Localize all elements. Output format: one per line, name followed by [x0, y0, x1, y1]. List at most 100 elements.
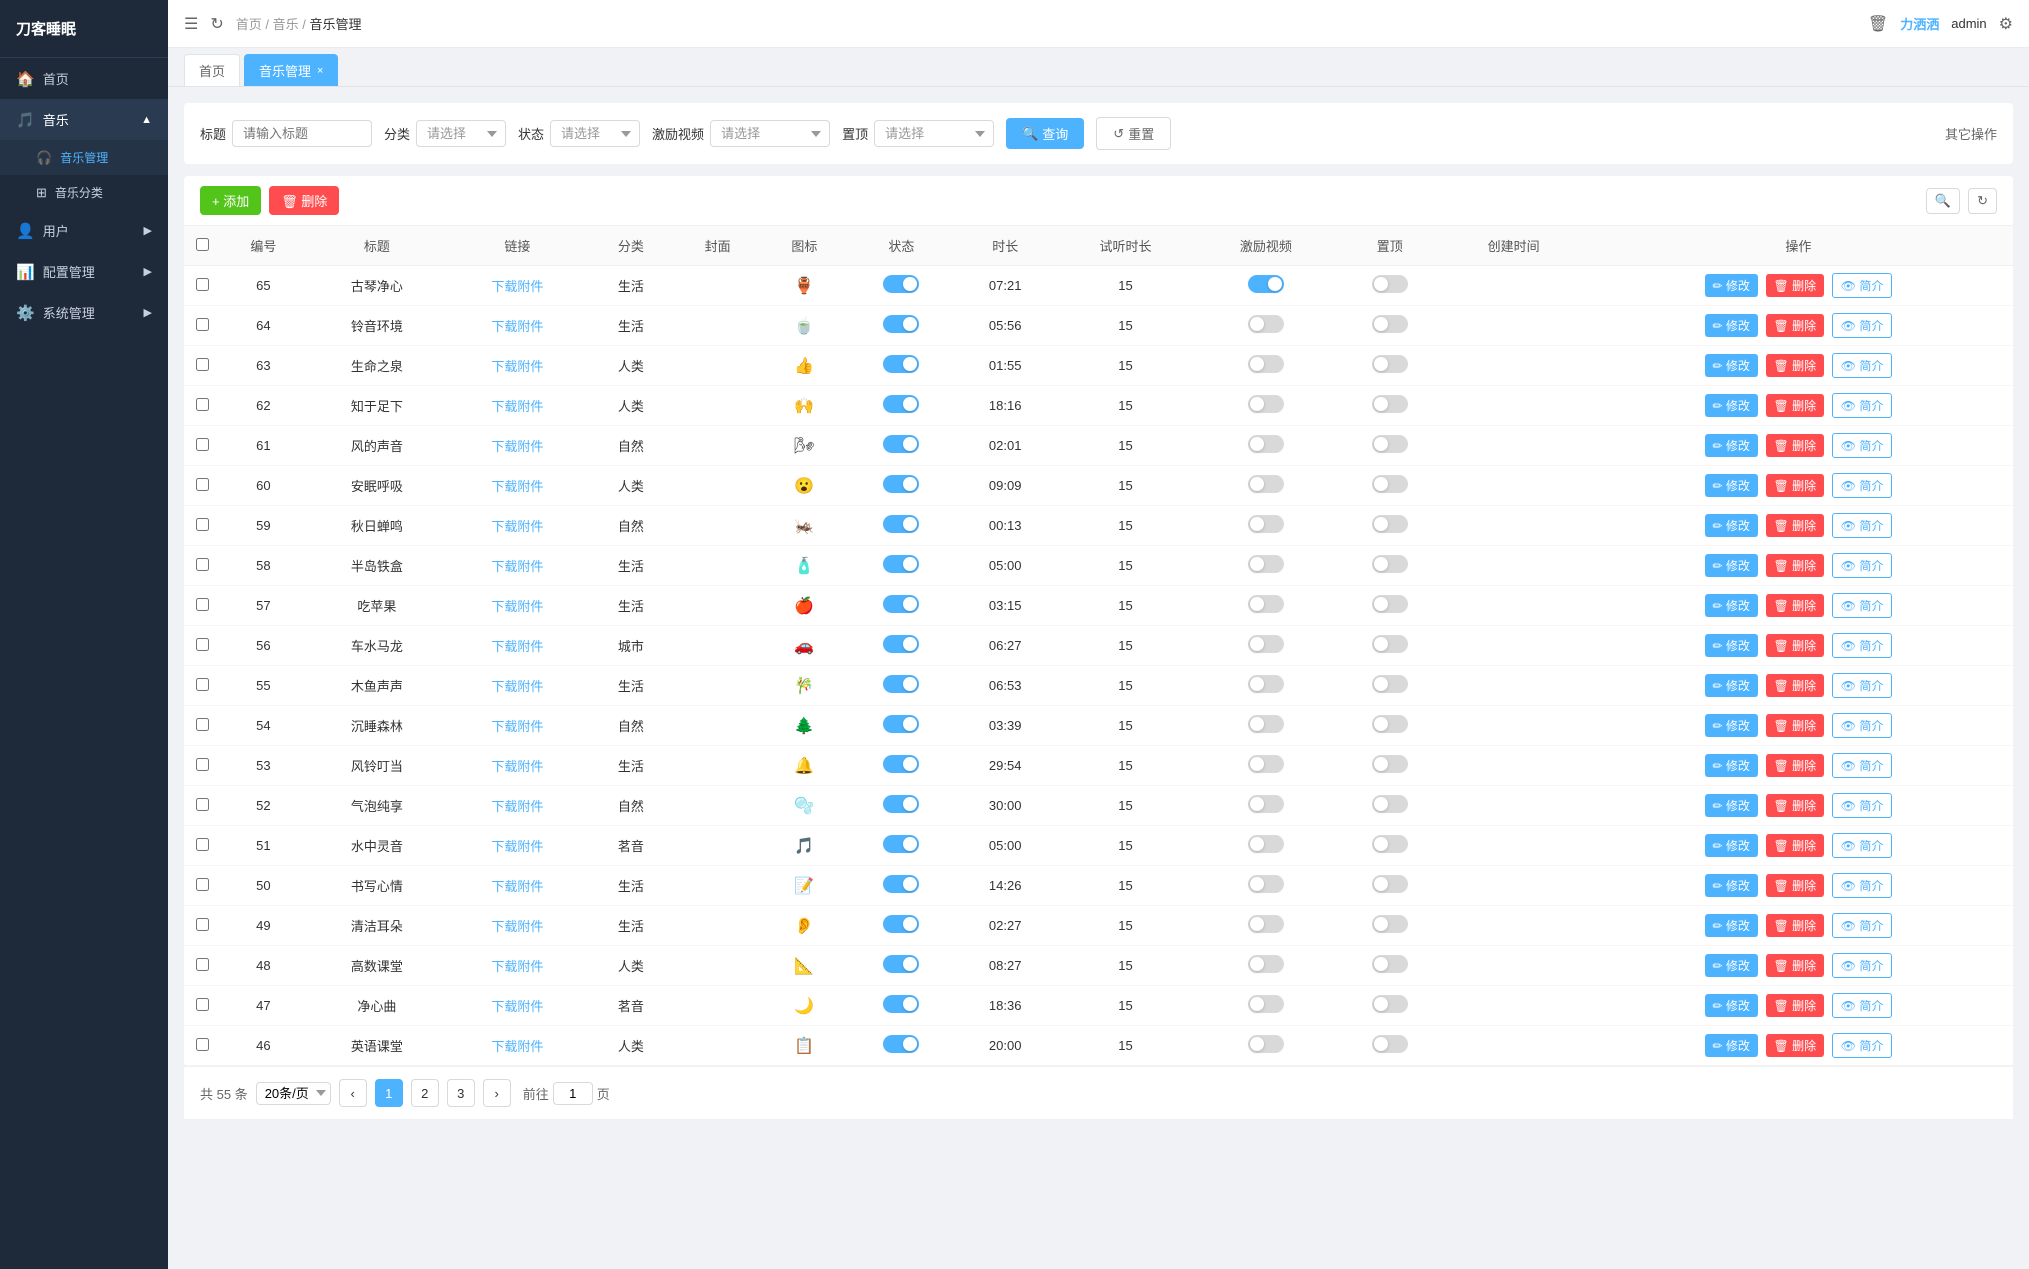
admin-label[interactable]: admin [1951, 16, 1986, 31]
row-checkbox[interactable] [196, 398, 209, 411]
intro-button[interactable]: 👁 简介 [1832, 633, 1893, 658]
intro-button[interactable]: 👁 简介 [1832, 553, 1893, 578]
menu-icon[interactable]: ☰ [184, 14, 198, 34]
intro-button[interactable]: 👁 简介 [1832, 313, 1893, 338]
row-link-btn[interactable]: 下载附件 [491, 1039, 543, 1054]
row-checkbox[interactable] [196, 798, 209, 811]
top-toggle[interactable] [1372, 995, 1408, 1013]
delete-button[interactable]: 🗑 删除 [1766, 434, 1825, 457]
top-toggle[interactable] [1372, 1035, 1408, 1053]
boost-toggle[interactable] [1248, 915, 1284, 933]
intro-button[interactable]: 👁 简介 [1832, 353, 1893, 378]
sidebar-item-music-category[interactable]: ⊞ 音乐分类 [0, 175, 168, 210]
row-link-btn[interactable]: 下载附件 [491, 999, 543, 1014]
intro-button[interactable]: 👁 简介 [1832, 753, 1893, 778]
intro-button[interactable]: 👁 简介 [1832, 593, 1893, 618]
intro-button[interactable]: 👁 简介 [1832, 993, 1893, 1018]
status-toggle[interactable] [883, 875, 919, 893]
bulk-delete-button[interactable]: 🗑 删除 [269, 186, 339, 215]
row-link-btn[interactable]: 下载附件 [491, 839, 543, 854]
top-toggle[interactable] [1372, 275, 1408, 293]
row-link-btn[interactable]: 下载附件 [491, 399, 543, 414]
status-toggle[interactable] [883, 315, 919, 333]
status-toggle[interactable] [883, 755, 919, 773]
sidebar-item-home[interactable]: 🏠 首页 [0, 58, 168, 99]
boost-toggle[interactable] [1248, 435, 1284, 453]
intro-button[interactable]: 👁 简介 [1832, 833, 1893, 858]
page-3-btn[interactable]: 3 [447, 1079, 475, 1107]
boost-toggle[interactable] [1248, 635, 1284, 653]
boost-toggle[interactable] [1248, 755, 1284, 773]
boost-toggle[interactable] [1248, 595, 1284, 613]
row-link-btn[interactable]: 下载附件 [491, 559, 543, 574]
intro-button[interactable]: 👁 简介 [1832, 513, 1893, 538]
row-checkbox[interactable] [196, 958, 209, 971]
filter-boost-select[interactable]: 请选择 [710, 120, 830, 147]
breadcrumb-music[interactable]: 音乐 [273, 17, 299, 32]
delete-button[interactable]: 🗑 删除 [1766, 394, 1825, 417]
top-toggle[interactable] [1372, 675, 1408, 693]
delete-button[interactable]: 🗑 删除 [1766, 674, 1825, 697]
row-link-btn[interactable]: 下载附件 [491, 279, 543, 294]
delete-button[interactable]: 🗑 删除 [1766, 714, 1825, 737]
row-checkbox[interactable] [196, 598, 209, 611]
status-toggle[interactable] [883, 995, 919, 1013]
edit-button[interactable]: ✏ 修改 [1705, 434, 1758, 457]
delete-button[interactable]: 🗑 删除 [1766, 794, 1825, 817]
intro-button[interactable]: 👁 简介 [1832, 913, 1893, 938]
row-checkbox[interactable] [196, 478, 209, 491]
edit-button[interactable]: ✏ 修改 [1705, 474, 1758, 497]
top-toggle[interactable] [1372, 835, 1408, 853]
row-link-btn[interactable]: 下载附件 [491, 359, 543, 374]
edit-button[interactable]: ✏ 修改 [1705, 754, 1758, 777]
sidebar-item-config[interactable]: 📊 配置管理 ▶ [0, 251, 168, 292]
edit-button[interactable]: ✏ 修改 [1705, 314, 1758, 337]
add-button[interactable]: + 添加 [200, 186, 261, 215]
delete-button[interactable]: 🗑 删除 [1766, 754, 1825, 777]
row-checkbox[interactable] [196, 358, 209, 371]
boost-toggle[interactable] [1248, 835, 1284, 853]
row-checkbox[interactable] [196, 918, 209, 931]
boost-toggle[interactable] [1248, 795, 1284, 813]
row-checkbox[interactable] [196, 878, 209, 891]
delete-button[interactable]: 🗑 删除 [1766, 354, 1825, 377]
page-2-btn[interactable]: 2 [411, 1079, 439, 1107]
top-toggle[interactable] [1372, 595, 1408, 613]
edit-button[interactable]: ✏ 修改 [1705, 554, 1758, 577]
intro-button[interactable]: 👁 简介 [1832, 953, 1893, 978]
row-link-btn[interactable]: 下载附件 [491, 479, 543, 494]
status-toggle[interactable] [883, 1035, 919, 1053]
edit-button[interactable]: ✏ 修改 [1705, 674, 1758, 697]
boost-toggle[interactable] [1248, 955, 1284, 973]
breadcrumb-home[interactable]: 首页 [236, 17, 262, 32]
intro-button[interactable]: 👁 简介 [1832, 433, 1893, 458]
search-icon-btn[interactable]: 🔍 [1926, 188, 1960, 214]
boost-toggle[interactable] [1248, 475, 1284, 493]
edit-button[interactable]: ✏ 修改 [1705, 1034, 1758, 1057]
row-link-btn[interactable]: 下载附件 [491, 599, 543, 614]
sidebar-item-music[interactable]: 🎵 音乐 ▲ [0, 99, 168, 140]
row-link-btn[interactable]: 下载附件 [491, 959, 543, 974]
row-checkbox[interactable] [196, 438, 209, 451]
status-toggle[interactable] [883, 275, 919, 293]
delete-button[interactable]: 🗑 删除 [1766, 554, 1825, 577]
intro-button[interactable]: 👁 简介 [1832, 873, 1893, 898]
edit-button[interactable]: ✏ 修改 [1705, 834, 1758, 857]
intro-button[interactable]: 👁 简介 [1832, 393, 1893, 418]
intro-button[interactable]: 👁 简介 [1832, 273, 1893, 298]
filter-category-select[interactable]: 请选择 [416, 120, 506, 147]
edit-button[interactable]: ✏ 修改 [1705, 954, 1758, 977]
other-ops[interactable]: 其它操作 [1945, 124, 1997, 143]
next-page-btn[interactable]: › [483, 1079, 511, 1107]
filter-status-select[interactable]: 请选择 [550, 120, 640, 147]
row-checkbox[interactable] [196, 278, 209, 291]
trash-icon[interactable]: 🗑 [1868, 14, 1888, 34]
boost-toggle[interactable] [1248, 1035, 1284, 1053]
intro-button[interactable]: 👁 简介 [1832, 673, 1893, 698]
status-toggle[interactable] [883, 915, 919, 933]
status-toggle[interactable] [883, 715, 919, 733]
boost-toggle[interactable] [1248, 875, 1284, 893]
edit-button[interactable]: ✏ 修改 [1705, 994, 1758, 1017]
top-toggle[interactable] [1372, 355, 1408, 373]
status-toggle[interactable] [883, 795, 919, 813]
